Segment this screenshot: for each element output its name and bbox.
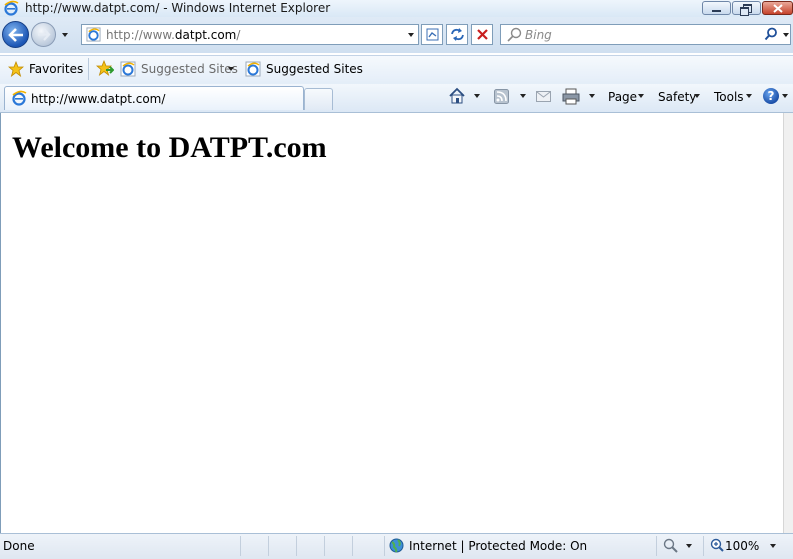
search-options-dropdown-icon[interactable] [783,33,789,37]
recent-pages-dropdown-icon[interactable] [62,33,68,37]
favorites-bar [0,55,793,85]
bing-search-provider-icon [507,27,522,42]
safety-menu-dropdown-icon [694,94,700,98]
zoom-icon[interactable] [710,538,724,552]
status-separator [703,536,704,556]
web-page-content [0,113,783,533]
forward-arrow-icon [38,28,51,41]
minimize-button[interactable] [702,1,731,15]
add-to-favorites-bar-icon[interactable] [96,60,114,77]
vertical-scrollbar[interactable] [783,113,793,533]
print-dropdown-icon[interactable] [589,94,595,98]
address-bar[interactable]: http://www.datpt.com/ [81,24,419,45]
page-menu-dropdown-icon [638,94,644,98]
compatibility-view-button[interactable] [421,24,443,45]
suggested-sites-link[interactable]: Suggested Sites [266,61,363,77]
search-box[interactable]: Bing [500,24,791,45]
safety-menu[interactable]: Safety [658,89,696,105]
back-button[interactable] [2,21,29,48]
tab-current[interactable]: http://www.datpt.com/ [4,86,304,110]
tab-ie-icon [12,90,27,106]
help-dropdown-icon[interactable] [782,94,788,98]
refresh-icon [451,28,464,41]
read-mail-icon[interactable] [536,90,551,102]
home-dropdown-icon[interactable] [474,94,480,98]
restore-button[interactable] [732,1,761,16]
back-arrow-icon [8,28,23,42]
address-dropdown-icon[interactable] [408,33,414,37]
zoom-dropdown-icon[interactable] [770,544,776,548]
feeds-icon[interactable] [494,89,509,104]
internet-zone-globe-icon [389,538,404,553]
status-separator [384,536,385,556]
page-menu[interactable]: Page [608,89,637,105]
suggested-sites-link-ie-icon [245,61,261,77]
print-icon[interactable] [562,88,580,105]
tab-label: http://www.datpt.com/ [31,92,166,106]
status-separator [656,536,657,556]
forward-button[interactable] [31,22,56,47]
stop-button[interactable] [471,24,493,45]
security-zone-text[interactable]: Internet | Protected Mode: On [409,539,587,553]
suggested-sites-ie-icon [120,61,136,77]
tools-menu[interactable]: Tools [714,89,744,105]
protected-mode-dropdown-icon[interactable] [686,544,692,548]
ie-logo-icon [4,0,19,16]
address-url: http://www.datpt.com/ [106,28,241,42]
feeds-dropdown-icon[interactable] [520,94,526,98]
favorites-button[interactable]: Favorites [29,61,83,77]
refresh-button[interactable] [446,24,468,45]
suggested-sites-dropdown-icon[interactable] [228,67,234,71]
close-window-button[interactable] [762,1,793,15]
favorites-separator [88,58,89,80]
page-heading: Welcome to DATPT.com [12,131,327,164]
protected-mode-icon[interactable] [663,538,679,553]
zoom-level[interactable]: 100% [725,539,759,553]
status-separator [324,536,325,556]
compatibility-icon [426,28,439,41]
status-separator [268,536,269,556]
search-icon[interactable] [764,27,778,41]
status-separator [352,536,353,556]
status-text: Done [3,539,35,553]
status-separator [296,536,297,556]
search-placeholder: Bing [525,28,552,42]
window-title: http://www.datpt.com/ - Windows Internet… [25,1,331,15]
close-icon [773,4,783,13]
status-separator [240,536,241,556]
stop-icon [477,29,488,40]
tools-menu-dropdown-icon [746,94,752,98]
suggested-sites-dropdown-button[interactable]: Suggested Sites [141,61,238,77]
home-icon[interactable] [448,87,466,105]
new-tab-button[interactable] [304,88,333,110]
page-icon [86,27,101,42]
help-icon[interactable]: ? [763,88,779,104]
favorites-star-icon [8,61,24,77]
